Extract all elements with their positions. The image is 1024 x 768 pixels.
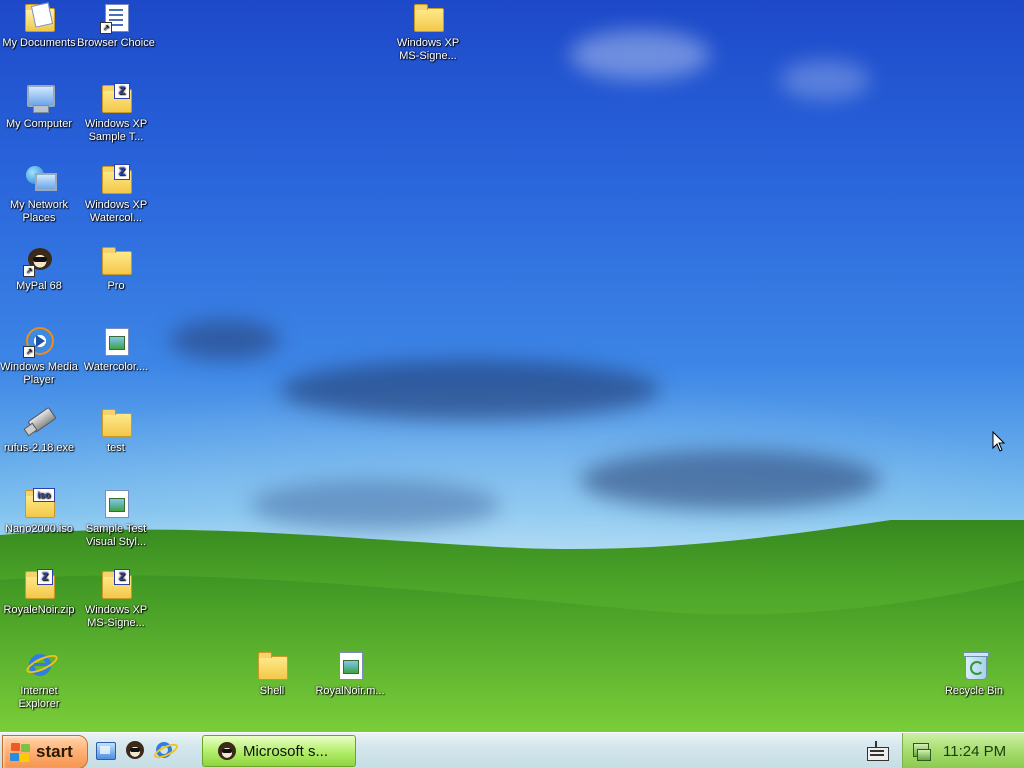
document-shortcut-icon: ↗: [100, 2, 132, 34]
desktop-icon-shell[interactable]: Shell: [233, 650, 311, 698]
icon-label: rufus-2.18.exe: [3, 442, 75, 454]
desktop-icon-windows-xp-ms-signe-folder[interactable]: Windows XP MS-Signe...: [389, 2, 467, 63]
wallpaper-cloud: [170, 320, 280, 360]
icon-label: Watercolor....: [83, 361, 149, 373]
icon-label: test: [107, 442, 125, 454]
mypal-icon: [217, 741, 237, 761]
icon-label: Windows XP MS-Signe...: [396, 37, 460, 62]
windows-logo-icon: [10, 742, 32, 762]
taskbar: start Microsoft s... 11:24 PM: [0, 732, 1024, 768]
desktop[interactable]: My Documents My Computer My Network Plac…: [0, 0, 1024, 732]
folder-icon: [256, 650, 288, 682]
zip-folder-icon: Z: [100, 569, 132, 601]
recycle-bin-icon: [958, 650, 990, 682]
desktop-icon-watercolor[interactable]: Watercolor....: [77, 326, 155, 374]
image-file-icon: [334, 650, 366, 682]
desktop-icon-my-documents[interactable]: My Documents: [0, 2, 78, 50]
icon-label: Shell: [259, 685, 285, 697]
keyboard-icon[interactable]: [866, 741, 889, 761]
icon-label: Sample Test Visual Styl...: [85, 523, 147, 548]
mouse-cursor-icon: [992, 431, 1006, 452]
desktop-icon-windows-xp-sample-t[interactable]: Z Windows XP Sample T...: [77, 83, 155, 144]
media-player-icon: ↗: [23, 326, 55, 358]
zip-folder-icon: Z: [23, 569, 55, 601]
usb-drive-icon: [23, 406, 57, 439]
desktop-icon-windows-media-player[interactable]: ↗ Windows Media Player: [0, 326, 78, 387]
desktop-icon-royalenoir-zip[interactable]: Z RoyaleNoir.zip: [0, 569, 78, 617]
icon-label: MyPal 68: [16, 280, 62, 292]
icon-label: Windows XP Watercol...: [84, 199, 148, 224]
internet-explorer-icon: [23, 650, 60, 682]
icon-label: Nano2000.iso: [5, 523, 73, 535]
image-file-icon: [100, 326, 132, 358]
desktop-icon-windows-xp-ms-signe-zip[interactable]: Z Windows XP MS-Signe...: [77, 569, 155, 630]
icon-label: Windows Media Player: [0, 361, 78, 386]
folder-icon: [100, 245, 132, 277]
network-places-icon: [23, 164, 57, 196]
icon-label: RoyaleNoir.zip: [3, 604, 75, 616]
my-documents-icon: [23, 2, 55, 34]
desktop-icon-sample-test-visual-styl[interactable]: Sample Test Visual Styl...: [77, 488, 155, 549]
taskbar-button-microsoft[interactable]: Microsoft s...: [202, 735, 356, 767]
image-file-icon: [100, 488, 132, 520]
desktop-icon-windows-xp-watercol[interactable]: Z Windows XP Watercol...: [77, 164, 155, 225]
wallpaper-cloud: [280, 360, 660, 420]
desktop-icon-mypal-68[interactable]: ↗ MyPal 68: [0, 245, 78, 293]
folder-icon: [412, 2, 444, 34]
icon-label: Windows XP Sample T...: [84, 118, 148, 143]
show-desktop-icon[interactable]: [94, 739, 116, 761]
icon-label: My Network Places: [9, 199, 69, 224]
icon-label: Browser Choice: [77, 37, 155, 49]
desktop-icon-my-computer[interactable]: My Computer: [0, 83, 78, 131]
task-label: Microsoft s...: [243, 742, 329, 760]
zip-folder-icon: Z: [100, 164, 132, 196]
desktop-icon-my-network-places[interactable]: My Network Places: [0, 164, 78, 225]
my-computer-icon: [23, 83, 55, 115]
desktop-icon-nano2000-iso[interactable]: iso Nano2000.iso: [0, 488, 78, 536]
wallpaper-cloud: [580, 450, 880, 510]
mypal-icon[interactable]: [124, 739, 146, 761]
desktop-icon-pro[interactable]: Pro: [77, 245, 155, 293]
mypal-icon: ↗: [23, 245, 55, 277]
system-tray: 11:24 PM: [902, 733, 1024, 768]
icon-label: Internet Explorer: [18, 685, 60, 710]
icon-label: Windows XP MS-Signe...: [84, 604, 148, 629]
clock[interactable]: 11:24 PM: [943, 743, 1006, 760]
icon-label: My Documents: [2, 37, 76, 49]
desktop-icon-royalnoir-m[interactable]: RoyalNoir.m...: [311, 650, 389, 698]
folder-icon: [100, 407, 132, 439]
desktop-icon-internet-explorer[interactable]: Internet Explorer: [0, 650, 78, 711]
iso-archive-icon: iso: [23, 488, 55, 520]
start-label: start: [36, 742, 73, 761]
desktop-icon-browser-choice[interactable]: ↗ Browser Choice: [77, 2, 155, 50]
desktop-icon-test[interactable]: test: [77, 407, 155, 455]
desktop-icon-recycle-bin[interactable]: Recycle Bin: [935, 650, 1013, 698]
icon-label: Recycle Bin: [944, 685, 1004, 697]
zip-folder-icon: Z: [100, 83, 132, 115]
network-connection-icon[interactable]: [911, 741, 931, 761]
start-button[interactable]: start: [2, 735, 88, 768]
icon-label: My Computer: [5, 118, 73, 130]
wallpaper-cloud: [570, 30, 710, 80]
wallpaper-cloud: [780, 60, 870, 100]
desktop-icon-rufus[interactable]: rufus-2.18.exe: [0, 406, 78, 455]
internet-explorer-icon[interactable]: [152, 739, 180, 762]
icon-label: Pro: [107, 280, 125, 292]
icon-label: RoyalNoir.m...: [315, 685, 385, 697]
